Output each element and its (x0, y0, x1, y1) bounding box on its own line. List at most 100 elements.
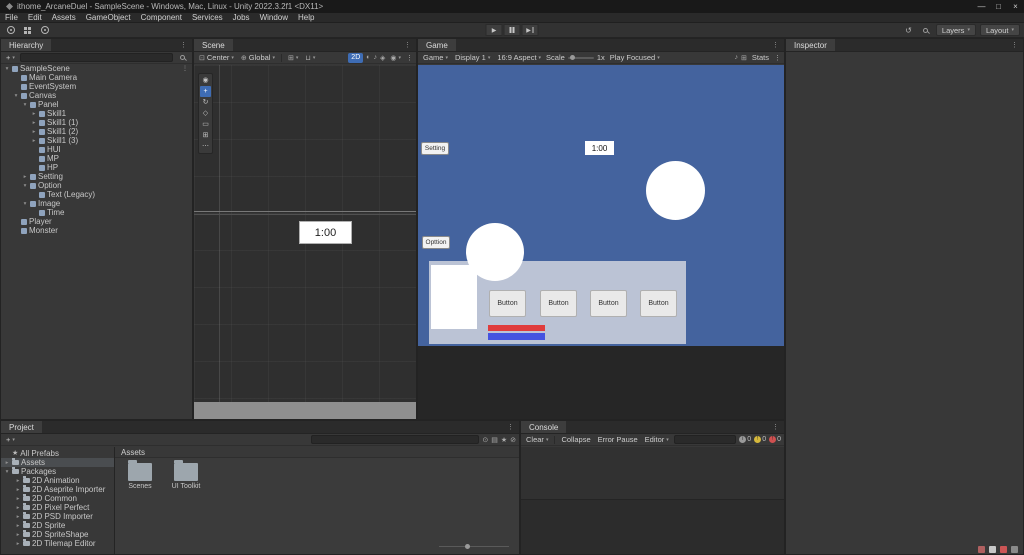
menu-services[interactable]: Services (187, 13, 228, 23)
inspector-menu-icon[interactable]: ⋮ (1006, 39, 1023, 51)
aspect-dropdown[interactable]: 16:9 Aspect ▾ (495, 53, 543, 63)
error-count-badge[interactable]: ! 0 (769, 436, 781, 443)
grid-visibility-dropdown[interactable]: ⊞ ▾ (286, 53, 300, 63)
undo-history-icon[interactable]: ↺ (902, 25, 915, 36)
expand-arrow[interactable]: ▾ (4, 469, 10, 475)
hierarchy-item-player[interactable]: Player (1, 217, 192, 226)
rotation-dropdown[interactable]: ⊕ Global ▾ (239, 53, 277, 63)
folder-scenes[interactable]: Scenes (121, 460, 159, 490)
error-pause-button[interactable]: Error Pause (596, 435, 640, 445)
expand-arrow[interactable]: ▾ (13, 93, 19, 99)
hierarchy-search-input[interactable] (19, 53, 173, 62)
hierarchy-item-skill1[interactable]: ▸ Skill1 (1, 109, 192, 118)
tab-scene[interactable]: Scene (194, 39, 233, 51)
tab-hierarchy[interactable]: Hierarchy (1, 39, 52, 51)
hierarchy-filter-icon[interactable] (176, 52, 189, 63)
game-option-button[interactable]: Opttion (422, 236, 450, 249)
expand-arrow[interactable]: ▸ (15, 478, 21, 484)
skill-button-1[interactable]: Button (489, 290, 526, 317)
close-button[interactable]: × (1007, 0, 1024, 13)
expand-arrow[interactable]: ▾ (22, 183, 28, 189)
step-button[interactable]: ▶ (521, 24, 539, 36)
hierarchy-item-mp[interactable]: MP (1, 154, 192, 163)
console-menu-icon[interactable]: ⋮ (767, 421, 784, 433)
project-search-input[interactable] (311, 435, 480, 444)
menu-gameobject[interactable]: GameObject (81, 13, 136, 23)
view-tool[interactable]: ◉ (200, 75, 211, 86)
project-item-2d-aseprite-importer[interactable]: ▸ 2D Aseprite Importer (1, 485, 114, 494)
project-item-2d-sprite[interactable]: ▸ 2D Sprite (1, 521, 114, 530)
expand-arrow[interactable]: ▸ (15, 532, 21, 538)
tab-project[interactable]: Project (1, 421, 42, 433)
console-search-input[interactable] (673, 435, 737, 444)
scene-time-text[interactable]: 1:00 (299, 221, 352, 244)
maximize-button[interactable]: □ (990, 0, 1007, 13)
project-item-2d-spriteshape[interactable]: ▸ 2D SpriteShape (1, 530, 114, 539)
tab-inspector[interactable]: Inspector (786, 39, 835, 51)
folder-ui-toolkit[interactable]: UI Toolkit (167, 460, 205, 490)
scene-effects-icon[interactable]: ◈ (380, 54, 385, 62)
status-icon-3[interactable] (1000, 546, 1007, 553)
hierarchy-item-skill1-1[interactable]: ▸ Skill1 (1) (1, 118, 192, 127)
game-toolbar-menu-icon[interactable]: ⋮ (774, 54, 781, 62)
game-viewport[interactable]: Setting 1:00 Opttion Button Button Butto… (418, 65, 784, 346)
menu-window[interactable]: Window (255, 13, 293, 23)
create-asset-button[interactable]: + ▾ (4, 435, 17, 445)
status-icon-2[interactable] (989, 546, 996, 553)
hierarchy-item-hp[interactable]: HP (1, 163, 192, 172)
project-item-assets[interactable]: ▸ Assets (1, 458, 114, 467)
project-item-2d-psd-importer[interactable]: ▸ 2D PSD Importer (1, 512, 114, 521)
scene-camera-dropdown[interactable]: ◉ ▾ (388, 53, 403, 63)
hierarchy-item-image[interactable]: ▾ Image (1, 199, 192, 208)
layout-dropdown[interactable]: Layout ▾ (979, 24, 1020, 36)
hierarchy-menu-icon[interactable]: ⋮ (175, 39, 192, 51)
scene-toolbar-menu-icon[interactable]: ⋮ (406, 54, 413, 62)
slider-knob[interactable] (569, 54, 575, 60)
project-item-2d-pixel-perfect[interactable]: ▸ 2D Pixel Perfect (1, 503, 114, 512)
search-icon[interactable] (919, 25, 932, 36)
skill-button-3[interactable]: Button (590, 290, 627, 317)
hierarchy-item-setting[interactable]: ▸ Setting (1, 172, 192, 181)
pivot-dropdown[interactable]: ⊡ Center ▾ (197, 53, 236, 63)
transform-tool[interactable]: ⊞ (200, 130, 211, 141)
hierarchy-item-hui[interactable]: HUI (1, 145, 192, 154)
account-icon[interactable] (4, 25, 17, 36)
create-gameobject-button[interactable]: + ▾ (4, 53, 17, 63)
search-by-label-icon[interactable]: ▤ (491, 436, 498, 444)
collapse-button[interactable]: Collapse (559, 435, 592, 445)
menu-help[interactable]: Help (293, 13, 319, 23)
scene-viewport[interactable]: 1:00 ◉ + ↻ ◇ ▭ ⊞ ⋯ (194, 65, 416, 419)
game-mode-dropdown[interactable]: Game ▾ (421, 53, 450, 63)
tab-game[interactable]: Game (418, 39, 456, 51)
project-item-2d-tilemap-editor[interactable]: ▸ 2D Tilemap Editor (1, 539, 114, 548)
rect-tool[interactable]: ▭ (200, 119, 211, 130)
services-icon[interactable] (21, 25, 34, 36)
expand-arrow[interactable]: ▸ (15, 496, 21, 502)
expand-arrow[interactable]: ▸ (4, 460, 10, 466)
search-by-type-icon[interactable]: ⊙ (482, 436, 488, 444)
rotate-tool[interactable]: ↻ (200, 97, 211, 108)
hierarchy-item-monster[interactable]: Monster (1, 226, 192, 235)
expand-arrow[interactable]: ▸ (15, 505, 21, 511)
expand-arrow[interactable]: ▸ (15, 514, 21, 520)
expand-arrow[interactable]: ▸ (15, 523, 21, 529)
scene-options-icon[interactable]: ⋮ (182, 65, 192, 72)
info-count-badge[interactable]: i0 (739, 436, 751, 443)
expand-arrow[interactable]: ▸ (31, 120, 37, 126)
expand-arrow[interactable]: ▸ (31, 138, 37, 144)
tab-console[interactable]: Console (521, 421, 567, 433)
expand-arrow[interactable]: ▸ (15, 541, 21, 547)
custom-tool[interactable]: ⋯ (200, 141, 211, 152)
play-focused-dropdown[interactable]: Play Focused ▾ (608, 53, 662, 63)
game-setting-button[interactable]: Setting (421, 142, 449, 155)
thumbnail-zoom-slider[interactable] (439, 544, 509, 549)
minimize-button[interactable]: — (973, 0, 990, 13)
project-item-2d-animation[interactable]: ▸ 2D Animation (1, 476, 114, 485)
status-icon-1[interactable] (978, 546, 985, 553)
expand-arrow[interactable]: ▸ (31, 111, 37, 117)
clear-button[interactable]: Clear ▾ (524, 435, 550, 445)
hierarchy-item-canvas[interactable]: ▾ Canvas (1, 91, 192, 100)
expand-arrow[interactable]: ▾ (4, 66, 10, 72)
expand-arrow[interactable]: ▸ (15, 487, 21, 493)
move-tool[interactable]: + (200, 86, 211, 97)
